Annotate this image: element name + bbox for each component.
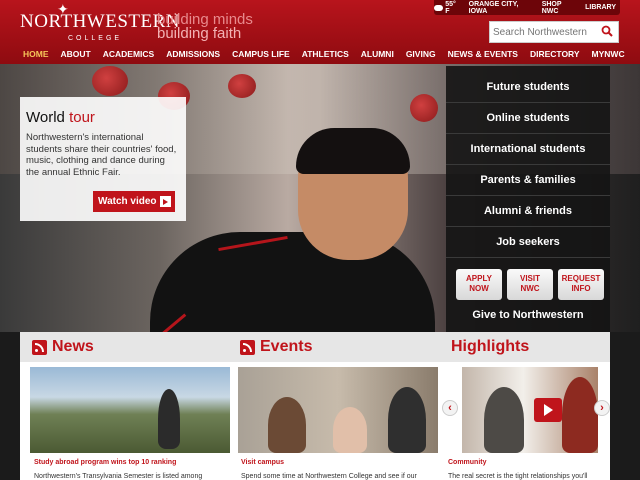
- feature-title-2: tour: [69, 109, 95, 126]
- logo-college: COLLEGE: [68, 35, 123, 42]
- weather: 55° F: [434, 1, 461, 15]
- lantern: [410, 94, 438, 122]
- search-icon[interactable]: [601, 25, 613, 37]
- feature-body: Northwestern's international students sh…: [26, 132, 177, 178]
- college-logo[interactable]: NORTHWESTERN ✦ COLLEGE: [20, 1, 180, 44]
- search-box: [489, 21, 619, 43]
- tagline: building minds building faith: [157, 12, 253, 42]
- news-heading[interactable]: News: [32, 332, 94, 362]
- video-play-icon[interactable]: [534, 398, 562, 422]
- chevron-left-icon[interactable]: ‹: [442, 400, 458, 416]
- news-image[interactable]: [30, 367, 230, 453]
- nav-directory[interactable]: DIRECTORY: [524, 49, 586, 59]
- chevron-right-icon[interactable]: ›: [594, 400, 610, 416]
- events-title: Events: [260, 338, 313, 355]
- apply-label-1: APPLY: [466, 274, 492, 283]
- hiker-figure: [158, 389, 180, 449]
- hero-student-shirt: [150, 232, 435, 332]
- visit-nwc-button[interactable]: VISIT NWC: [507, 269, 553, 300]
- student-figure: [268, 397, 306, 453]
- nav-home[interactable]: HOME: [17, 49, 55, 59]
- rss-icon: [240, 339, 255, 355]
- events-heading[interactable]: Events: [240, 332, 312, 362]
- watch-video-button[interactable]: Watch video: [93, 191, 175, 212]
- events-desc: Spend some time at Northwestern College …: [241, 473, 417, 480]
- visit-label-1: VISIT: [519, 274, 540, 283]
- audience-job-seekers[interactable]: Job seekers: [446, 227, 610, 258]
- highlights-image[interactable]: [462, 367, 598, 453]
- apply-label-2: NOW: [469, 284, 489, 293]
- utility-link-location[interactable]: ORANGE CITY, IOWA: [469, 1, 534, 15]
- audience-parents-families[interactable]: Parents & families: [446, 165, 610, 196]
- nav-alumni[interactable]: ALUMNI: [355, 49, 400, 59]
- audience-online-students[interactable]: Online students: [446, 103, 610, 134]
- play-icon: [160, 196, 171, 207]
- feature-title-1: World: [26, 109, 65, 126]
- audience-future-students[interactable]: Future students: [446, 72, 610, 103]
- highlights-desc: The real secret is the tight relationshi…: [448, 473, 588, 480]
- audience-alumni-friends[interactable]: Alumni & friends: [446, 196, 610, 227]
- nav-campus-life[interactable]: CAMPUS LIFE: [226, 49, 296, 59]
- student-figure: [484, 387, 524, 453]
- main-nav: HOME ABOUT ACADEMICS ADMISSIONS CAMPUS L…: [17, 49, 631, 59]
- weather-temp: 55° F: [445, 0, 456, 15]
- highlights-caption[interactable]: Community: [448, 459, 487, 466]
- nav-giving[interactable]: GIVING: [400, 49, 442, 59]
- news-desc: Northwestern's Transylvania Semester is …: [34, 473, 203, 480]
- give-link[interactable]: Give to Northwestern: [446, 309, 610, 321]
- request-info-button[interactable]: REQUEST INFO: [558, 269, 604, 300]
- nav-academics[interactable]: ACADEMICS: [97, 49, 160, 59]
- visit-label-2: NWC: [520, 284, 540, 293]
- search-input[interactable]: [490, 22, 600, 43]
- quick-actions: APPLY NOW VISIT NWC REQUEST INFO: [456, 269, 604, 300]
- nav-athletics[interactable]: ATHLETICS: [296, 49, 355, 59]
- nav-news-events[interactable]: NEWS & EVENTS: [442, 49, 524, 59]
- content-sections: News Events Highlights ‹ › Study abroad …: [20, 332, 610, 480]
- feature-title: World tour: [26, 109, 180, 126]
- request-label-2: INFO: [571, 284, 591, 293]
- student-figure: [333, 407, 367, 453]
- lantern: [228, 74, 256, 98]
- events-caption[interactable]: Visit campus: [241, 459, 284, 466]
- events-image[interactable]: [238, 367, 438, 453]
- lantern: [92, 66, 128, 96]
- nav-mynwc[interactable]: MYNWC: [586, 49, 631, 59]
- hero-student-hair: [296, 128, 410, 174]
- nav-about[interactable]: ABOUT: [55, 49, 97, 59]
- compass-star-icon: ✦: [57, 1, 69, 17]
- highlights-title: Highlights: [451, 338, 530, 355]
- student-figure: [562, 377, 598, 453]
- request-label-1: REQUEST: [561, 274, 601, 283]
- utility-link-shop[interactable]: SHOP NWC: [542, 1, 577, 15]
- nav-admissions[interactable]: ADMISSIONS: [160, 49, 226, 59]
- rss-icon: [32, 339, 47, 355]
- utility-link-library[interactable]: LIBRARY: [585, 4, 616, 11]
- site-header: NORTHWESTERN ✦ COLLEGE building minds bu…: [0, 0, 640, 64]
- tagline-line-2: building faith: [157, 25, 242, 42]
- apply-now-button[interactable]: APPLY NOW: [456, 269, 502, 300]
- news-title: News: [52, 338, 94, 355]
- highlights-heading: Highlights: [451, 332, 529, 362]
- utility-bar: 55° F ORANGE CITY, IOWA SHOP NWC LIBRARY: [434, 0, 620, 15]
- news-caption[interactable]: Study abroad program wins top 10 ranking: [34, 459, 176, 466]
- logo-name: NORTHWESTERN: [20, 11, 181, 32]
- cloud-icon: [434, 4, 444, 11]
- audience-international-students[interactable]: International students: [446, 134, 610, 165]
- student-figure: [388, 387, 426, 453]
- watch-video-label: Watch video: [98, 196, 157, 207]
- audience-menu: Future students Online students Internat…: [446, 66, 610, 332]
